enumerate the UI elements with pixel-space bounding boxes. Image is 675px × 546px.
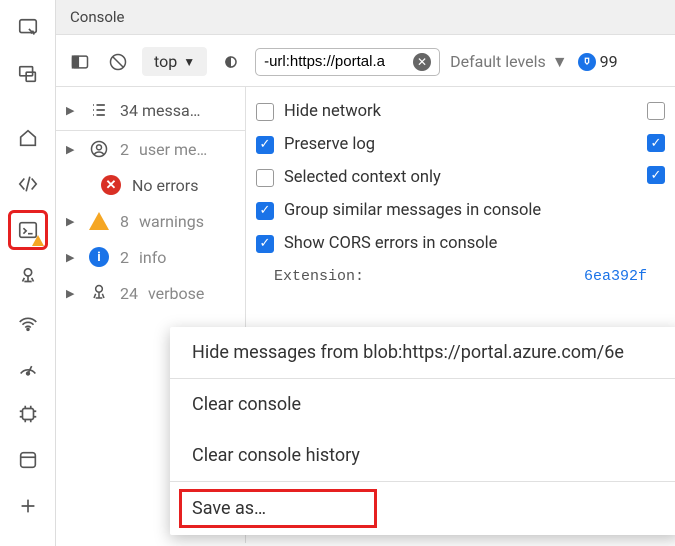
filter-info[interactable]: ▶ i 2 info bbox=[56, 239, 245, 275]
setting-show-cors[interactable]: Show CORS errors in console bbox=[256, 227, 629, 260]
levels-dropdown[interactable]: Default levels ▼ bbox=[450, 52, 568, 72]
checkbox[interactable] bbox=[256, 103, 274, 121]
setting-group-similar[interactable]: Group similar messages in console bbox=[256, 194, 629, 227]
network-icon[interactable] bbox=[10, 304, 46, 340]
chevron-down-icon: ▼ bbox=[183, 55, 195, 69]
inspect-icon[interactable] bbox=[10, 10, 46, 46]
expand-icon: ▶ bbox=[66, 287, 78, 300]
checkbox[interactable] bbox=[647, 102, 665, 120]
setting-label: Hide network bbox=[284, 102, 381, 121]
sidebar-toggle-icon[interactable] bbox=[66, 48, 94, 76]
setting-label: Preserve log bbox=[284, 135, 375, 154]
filter-input[interactable] bbox=[264, 53, 413, 70]
live-expression-icon[interactable] bbox=[217, 48, 245, 76]
menu-clear-console[interactable]: Clear console bbox=[170, 379, 675, 430]
home-icon[interactable] bbox=[10, 120, 46, 156]
filter-verbose[interactable]: ▶ 24 verbose bbox=[56, 275, 245, 311]
context-label: top bbox=[154, 52, 177, 71]
filter-label: user me… bbox=[139, 140, 207, 159]
setting-preserve-log[interactable]: Preserve log bbox=[256, 128, 629, 161]
clear-filter-icon[interactable]: ✕ bbox=[413, 53, 431, 71]
info-icon: i bbox=[88, 246, 110, 268]
checkbox[interactable] bbox=[256, 169, 274, 187]
issues-count: 99 bbox=[600, 52, 618, 71]
expand-icon: ▶ bbox=[66, 215, 78, 228]
chevron-down-icon: ▼ bbox=[552, 52, 568, 72]
log-entry: Extension: 6ea392f bbox=[256, 260, 665, 293]
app-sidebar bbox=[0, 0, 56, 546]
context-menu: Hide messages from blob:https://portal.a… bbox=[170, 327, 675, 535]
checkbox[interactable] bbox=[647, 134, 665, 152]
console-icon[interactable] bbox=[10, 212, 46, 248]
performance-icon[interactable] bbox=[10, 350, 46, 386]
device-icon[interactable] bbox=[10, 56, 46, 92]
more-tools-icon[interactable] bbox=[10, 488, 46, 524]
checkbox[interactable] bbox=[256, 235, 274, 253]
filter-label: warnings bbox=[139, 212, 204, 231]
checkbox[interactable] bbox=[647, 166, 665, 184]
issues-button[interactable]: 99 bbox=[578, 52, 618, 71]
checkbox[interactable] bbox=[256, 136, 274, 154]
filter-count: 8 bbox=[120, 212, 129, 231]
application-icon[interactable] bbox=[10, 442, 46, 478]
setting-label: Group similar messages in console bbox=[284, 201, 541, 220]
menu-separator bbox=[170, 481, 675, 482]
filter-warnings[interactable]: ▶ 8 warnings bbox=[56, 203, 245, 239]
filter-label: No errors bbox=[132, 176, 198, 195]
setting-trailing-1[interactable] bbox=[629, 95, 665, 127]
setting-trailing-3[interactable] bbox=[629, 159, 665, 191]
menu-hide-messages[interactable]: Hide messages from blob:https://portal.a… bbox=[170, 327, 675, 378]
elements-icon[interactable] bbox=[10, 166, 46, 202]
expand-icon: ▶ bbox=[66, 251, 78, 264]
menu-clear-history[interactable]: Clear console history bbox=[170, 430, 675, 481]
list-icon bbox=[88, 99, 110, 121]
setting-label: Selected context only bbox=[284, 168, 441, 187]
error-icon: ✕ bbox=[100, 174, 122, 196]
filter-input-wrapper: ✕ bbox=[255, 48, 440, 76]
filter-count: 2 bbox=[120, 248, 129, 267]
setting-trailing-2[interactable] bbox=[629, 127, 665, 159]
filter-label: 34 messa… bbox=[120, 101, 200, 120]
log-source-link[interactable]: 6ea392f bbox=[584, 268, 647, 285]
expand-icon: ▶ bbox=[66, 104, 78, 117]
setting-selected-only[interactable]: Selected context only bbox=[256, 161, 629, 194]
filter-errors[interactable]: ✕ No errors bbox=[56, 167, 245, 203]
filter-user-messages[interactable]: ▶ 2 user me… bbox=[56, 131, 245, 167]
console-toolbar: top ▼ ✕ Default levels ▼ 99 bbox=[56, 35, 675, 87]
filter-label: info bbox=[139, 248, 166, 267]
warning-icon bbox=[88, 210, 110, 232]
expand-icon: ▶ bbox=[66, 143, 78, 156]
clear-console-icon[interactable] bbox=[104, 48, 132, 76]
setting-hide-network[interactable]: Hide network bbox=[256, 95, 629, 128]
filter-label: verbose bbox=[148, 284, 204, 303]
sources-icon[interactable] bbox=[10, 258, 46, 294]
filter-count: 24 bbox=[120, 284, 138, 303]
menu-save-as[interactable]: Save as… bbox=[176, 486, 380, 531]
checkbox[interactable] bbox=[256, 202, 274, 220]
verbose-icon bbox=[88, 282, 110, 304]
context-dropdown[interactable]: top ▼ bbox=[142, 47, 207, 76]
log-text: Extension: bbox=[274, 268, 364, 285]
panel-title: Console bbox=[56, 0, 675, 35]
filter-count: 2 bbox=[120, 140, 129, 159]
user-icon bbox=[88, 138, 110, 160]
filter-all-messages[interactable]: ▶ 34 messa… bbox=[56, 92, 245, 131]
issues-icon bbox=[578, 53, 596, 71]
memory-icon[interactable] bbox=[10, 396, 46, 432]
setting-label: Show CORS errors in console bbox=[284, 234, 497, 253]
levels-label: Default levels bbox=[450, 52, 546, 71]
